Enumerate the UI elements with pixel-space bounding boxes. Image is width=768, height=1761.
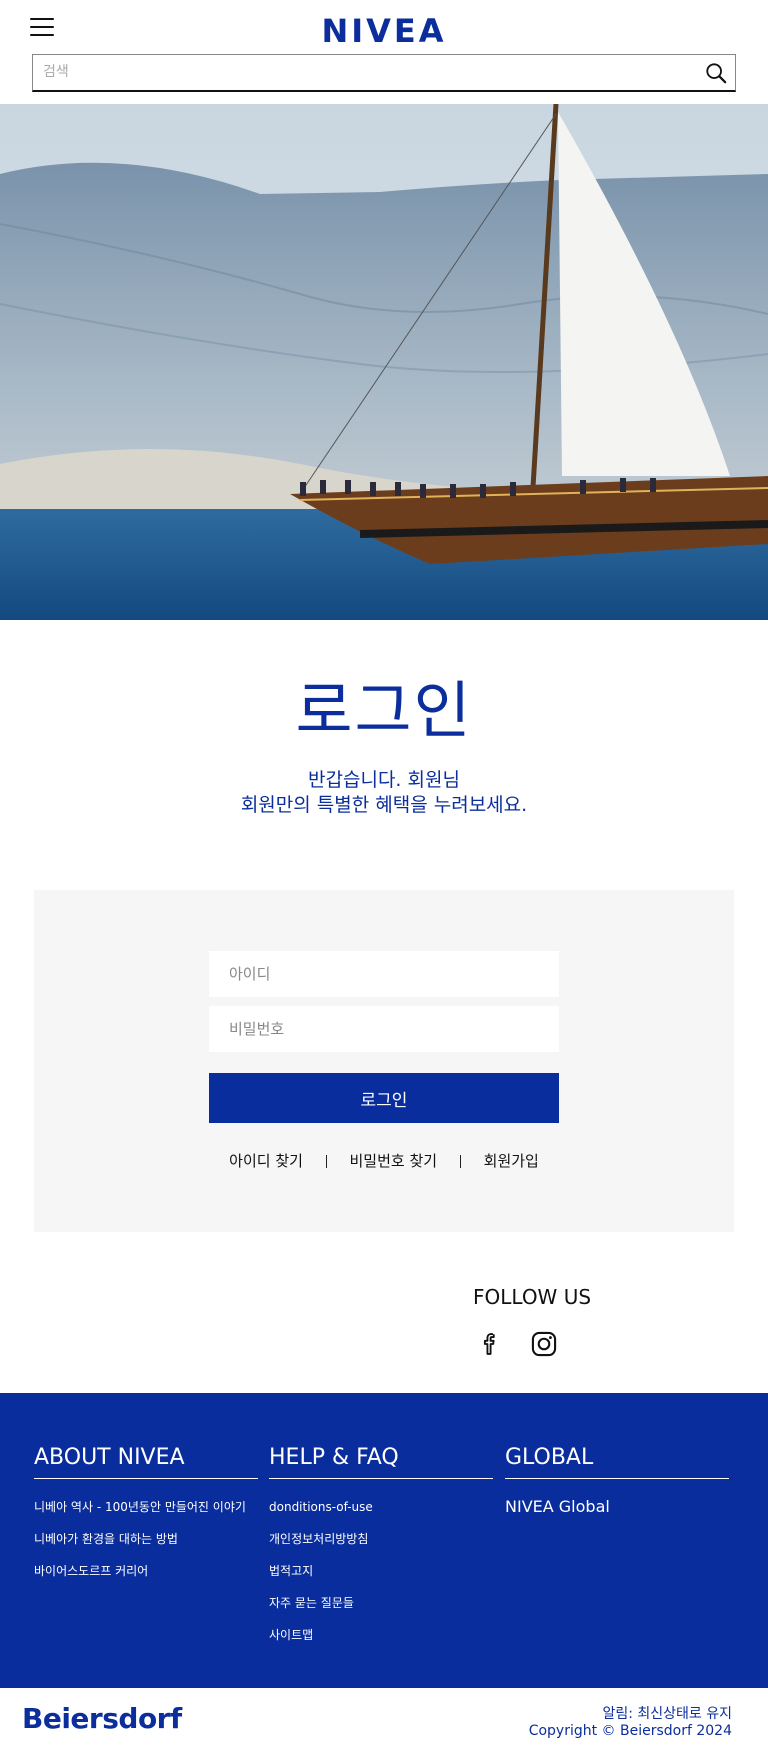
footer-link[interactable]: 개인정보처리방방침: [269, 1523, 493, 1555]
login-button[interactable]: 로그인: [209, 1073, 559, 1123]
header: NIVEA: [0, 0, 768, 104]
welcome-line-1: 반갑습니다. 회원님: [308, 769, 460, 791]
nivea-logo[interactable]: NIVEA: [0, 12, 768, 50]
search-input[interactable]: [33, 55, 683, 89]
footer-help: HELP & FAQ donditions-of-use 개인정보처리방방침 법…: [269, 1445, 493, 1651]
facebook-icon[interactable]: [476, 1330, 504, 1358]
footer-link[interactable]: 자주 묻는 질문들: [269, 1587, 493, 1619]
welcome-line-2: 회원만의 특별한 혜택을 누려보세요.: [240, 794, 528, 816]
footer-link[interactable]: 법적고지: [269, 1555, 493, 1587]
search-icon[interactable]: [705, 62, 727, 84]
login-form: 로그인 아이디 찾기 비밀번호 찾기 회원가입: [34, 890, 734, 1232]
bottom-bar: Beiersdorf 알림: 최신상태로 유지 Copyright © Beie…: [0, 1688, 768, 1761]
footer-global: GLOBAL NIVEA Global: [505, 1445, 729, 1523]
instagram-icon[interactable]: [530, 1330, 558, 1358]
footer-link[interactable]: 바이어스도르프 커리어: [34, 1555, 258, 1587]
footer-link[interactable]: donditions-of-use: [269, 1491, 493, 1523]
notice-text: 알림: 최신상태로 유지: [602, 1706, 732, 1722]
divider: [325, 1155, 327, 1168]
copyright-text: Copyright © Beiersdorf 2024: [528, 1723, 732, 1739]
divider: [459, 1155, 461, 1168]
search-bar: [32, 54, 736, 92]
find-password-link[interactable]: 비밀번호 찾기: [350, 1152, 438, 1170]
footer-link[interactable]: 니베아 역사 - 100년동안 만들어진 이야기: [34, 1491, 258, 1523]
password-field[interactable]: [209, 1006, 559, 1052]
follow-us-title: FOLLOW US: [473, 1285, 592, 1309]
signup-link[interactable]: 회원가입: [484, 1152, 539, 1170]
id-field[interactable]: [209, 951, 559, 997]
page-title: 로그인: [295, 674, 473, 747]
footer-link[interactable]: 사이트맵: [269, 1619, 493, 1651]
footer-link[interactable]: NIVEA Global: [505, 1491, 729, 1523]
footer-about: ABOUT NIVEA 니베아 역사 - 100년동안 만들어진 이야기 니베아…: [34, 1445, 258, 1587]
account-links: 아이디 찾기 비밀번호 찾기 회원가입: [34, 1150, 734, 1171]
footer-global-title: GLOBAL: [505, 1445, 729, 1479]
footer-about-title: ABOUT NIVEA: [34, 1445, 258, 1479]
copyright-block: 알림: 최신상태로 유지 Copyright © Beiersdorf 2024: [529, 1706, 732, 1740]
hero-image: [0, 104, 768, 620]
footer-help-title: HELP & FAQ: [269, 1445, 493, 1479]
find-id-link[interactable]: 아이디 찾기: [229, 1152, 303, 1170]
welcome-message: 반갑습니다. 회원님 회원만의 특별한 혜택을 누려보세요.: [0, 768, 768, 818]
footer-link[interactable]: 니베아가 환경을 대하는 방법: [34, 1523, 258, 1555]
beiersdorf-logo[interactable]: Beiersdorf: [22, 1702, 182, 1735]
footer: ABOUT NIVEA 니베아 역사 - 100년동안 만들어진 이야기 니베아…: [0, 1393, 768, 1688]
